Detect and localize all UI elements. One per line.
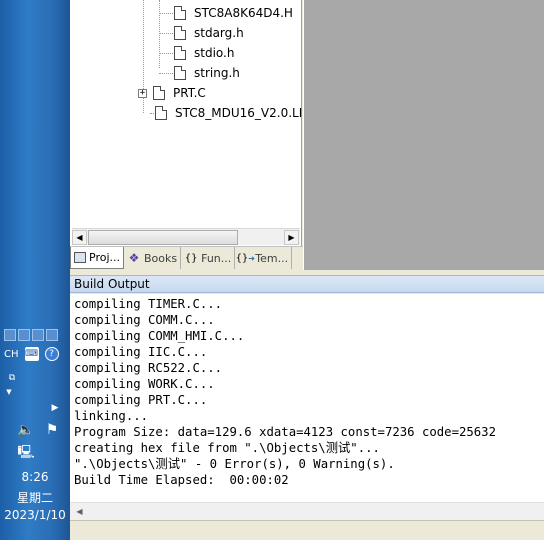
books-icon: ❖ <box>128 251 140 265</box>
editor-area[interactable] <box>303 0 544 270</box>
ime-indicator[interactable]: CH <box>4 349 19 360</box>
scroll-right-arrow-icon[interactable]: ▶ <box>284 230 299 245</box>
build-output-line: compiling COMM_HMI.C... <box>74 329 245 343</box>
tab-functions[interactable]: {} Fun... <box>181 247 236 269</box>
scroll-left-arrow-icon[interactable]: ◀ <box>72 230 87 245</box>
build-output-line: linking... <box>74 409 149 423</box>
tree-item-prt-c[interactable]: + PRT.C <box>138 84 206 102</box>
tab-templates[interactable]: {} ➜ Tem... <box>235 247 293 269</box>
output-horizontal-scrollbar[interactable]: ◀ <box>70 502 544 520</box>
tab-label: Proj... <box>89 251 120 264</box>
expand-toggle-icon[interactable]: + <box>138 88 147 98</box>
project-tab-strip: Proj... ❖ Books {} Fun... {} ➜ Tem... <box>70 246 303 270</box>
tab-books[interactable]: ❖ Books <box>124 247 182 269</box>
build-output-title: Build Output <box>70 275 544 293</box>
library-file-icon <box>155 106 167 120</box>
header-file-icon <box>174 6 186 20</box>
tree-item-label: STC8_MDU16_V2.0.LIB <box>175 106 311 120</box>
build-output-line: compiling PRT.C... <box>74 393 208 407</box>
build-output-panel[interactable]: compiling TIMER.C... compiling COMM.C...… <box>70 294 544 502</box>
show-hidden-icons-icon[interactable]: ▶ <box>50 400 60 416</box>
tab-label: Fun... <box>201 251 232 265</box>
windows-taskbar: CH ⌨ ? ⧉ ▼ ▶ 🔈 ⚑ 🖳 8:26 星期二 2023/1/10 <box>0 0 70 540</box>
network-icon[interactable]: 🖳 <box>17 445 34 462</box>
build-output-line: compiling WORK.C... <box>74 377 215 391</box>
build-output-line: compiling RC522.C... <box>74 361 223 375</box>
project-icon <box>74 252 86 263</box>
tree-item-label: stdio.h <box>194 46 235 60</box>
build-output-line: compiling TIMER.C... <box>74 297 223 311</box>
tree-item-label: stdarg.h <box>194 26 244 40</box>
tree-item-stdio-h[interactable]: stdio.h <box>174 44 234 62</box>
action-center-flag-icon[interactable]: ⚑ <box>44 422 60 438</box>
tree-horizontal-scrollbar[interactable]: ◀ ▶ <box>72 228 300 245</box>
tree-item-stc8a8k64d4-h[interactable]: STC8A8K64D4.H <box>174 4 293 22</box>
keyboard-icon[interactable]: ⌨ <box>24 347 39 361</box>
tab-project[interactable]: Proj... <box>70 247 124 269</box>
status-bar <box>70 520 544 540</box>
build-output-line: creating hex file from ".\Objects\测试"... <box>74 441 380 455</box>
tab-label: Tem... <box>255 251 289 265</box>
clock-time[interactable]: 8:26 <box>22 470 49 484</box>
functions-icon: {} <box>184 252 198 264</box>
quick-launch-icon[interactable] <box>4 329 16 341</box>
build-output-line: Program Size: data=129.6 xdata=4123 cons… <box>74 425 496 439</box>
scrollbar-thumb[interactable] <box>88 230 238 245</box>
tree-item-label: PRT.C <box>173 86 206 100</box>
quick-launch-strip <box>0 326 70 344</box>
header-file-icon <box>174 26 186 40</box>
build-output-line: Build Time Elapsed: 00:00:02 <box>74 473 289 487</box>
clock-weekday[interactable]: 星期二 <box>17 489 53 506</box>
clock-date[interactable]: 2023/1/10 <box>4 508 66 522</box>
source-file-icon <box>153 86 165 100</box>
tree-item-string-h[interactable]: string.h <box>174 64 240 82</box>
scroll-left-arrow-icon[interactable]: ◀ <box>72 505 87 519</box>
help-icon[interactable]: ? <box>44 347 59 361</box>
header-file-icon <box>174 66 186 80</box>
build-output-line: ".\Objects\测试" - 0 Error(s), 0 Warning(s… <box>74 457 395 471</box>
tree-item-stdarg-h[interactable]: stdarg.h <box>174 24 244 42</box>
quick-launch-icon[interactable] <box>18 329 30 341</box>
build-output-line: compiling IIC.C... <box>74 345 208 359</box>
header-file-icon <box>174 46 186 60</box>
tree-item-stc8-mdu16-lib[interactable]: STC8_MDU16_V2.0.LIB <box>155 104 310 122</box>
tree-item-label: string.h <box>194 66 240 80</box>
quick-launch-icon[interactable] <box>32 329 44 341</box>
volume-icon[interactable]: 🔈 <box>17 422 34 438</box>
dropdown-arrow-icon[interactable]: ▼ <box>5 384 13 400</box>
tree-item-label: STC8A8K64D4.H <box>194 6 293 20</box>
templates-icon: {} ➜ <box>235 252 255 264</box>
build-output-line: compiling COMM.C... <box>74 313 215 327</box>
project-tree: STC8A8K64D4.H stdarg.h stdio.h string.h … <box>70 0 310 246</box>
quick-launch-icon[interactable] <box>46 329 58 341</box>
tab-label: Books <box>144 251 178 265</box>
